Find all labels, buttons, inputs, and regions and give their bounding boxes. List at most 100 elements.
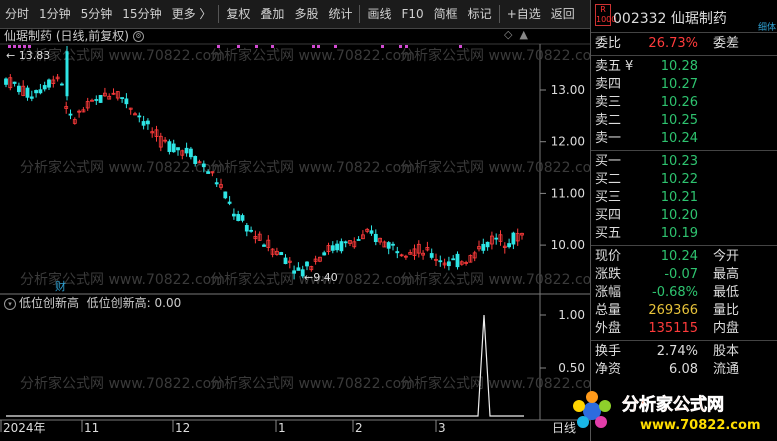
quote-row: 买五 10.19 [595, 226, 698, 241]
signal-marker [23, 45, 26, 48]
candle-body [335, 243, 340, 251]
watermark: 分析家公式网 www.70822.com [400, 47, 590, 64]
high-label: ← 13.83 [6, 49, 50, 62]
settings-icon[interactable]: ⚙ [133, 31, 144, 42]
quote-row: 涨幅 -0.68% 最低 [595, 285, 740, 300]
diamond-icon[interactable]: ◇ [504, 28, 512, 41]
candle-body [98, 94, 103, 103]
quote-row: 卖五 10.28 ¥ [595, 59, 698, 74]
indicator-line [6, 314, 524, 417]
indicator-tick: 0.50 [558, 361, 585, 375]
signal-marker [271, 45, 274, 48]
quote-row: 现价 10.24 今开 [595, 249, 740, 264]
candle-body [188, 148, 193, 158]
candle-body [296, 267, 301, 271]
signal-marker [237, 45, 240, 48]
quote-row: 买一 10.23 [595, 154, 698, 169]
watermark: 分析家公式网 www.70822.com [20, 271, 225, 288]
signal-marker [334, 45, 337, 48]
stock-code-name: 002332 仙琚制药 [613, 11, 727, 27]
candle-body [438, 260, 443, 263]
watermark: 分析家公式网 www.70822.com [210, 375, 415, 392]
candle-body [141, 121, 146, 126]
signal-marker [317, 45, 320, 48]
bid-list: 买一 10.23 买二 10.22 买三 10.21 买四 10.20 买五 10.19 [591, 153, 777, 243]
candle-body [42, 85, 47, 90]
quote-row: 卖四 10.27 [595, 77, 698, 92]
chart-tools[interactable]: ◇ ▲ [504, 28, 528, 41]
date-tick: 2024年 [3, 421, 46, 435]
candle-body [38, 89, 43, 94]
candle-body [455, 253, 460, 268]
quote-row: 买二 10.22 [595, 172, 698, 187]
candle-body [373, 233, 378, 243]
kline-chart[interactable]: 分析家公式网 www.70822.com分析家公式网 www.70822.com… [0, 0, 590, 441]
candle-body [240, 215, 245, 221]
candle-body [4, 78, 8, 85]
date-tick: 2 [355, 421, 363, 435]
candle-body [171, 143, 176, 153]
indicator-settings-icon[interactable]: ▾ [4, 297, 16, 310]
candle-body [511, 232, 516, 245]
ask-list: 卖五 10.28 ¥ 卖四 10.27 卖三 10.26 卖二 10.25 卖一 10.24 [591, 58, 777, 148]
candle-body [65, 51, 69, 97]
candle-body [494, 237, 499, 240]
candle-body [339, 241, 344, 252]
price-tick: 13.00 [551, 83, 585, 97]
quote-panel: R 1000 002332 仙琚制药 细体 委比 26.73% 委差 卖五 10.2… [590, 0, 777, 441]
date-tick: 11 [84, 421, 99, 435]
candle-body [356, 239, 361, 241]
candle-body [343, 241, 348, 244]
candle-body [391, 243, 395, 246]
quote-row: 换手 2.74% 股本 [595, 344, 740, 359]
candle-body [446, 261, 451, 267]
candle-body [249, 229, 254, 232]
quote-row: 卖二 10.25 [595, 113, 698, 128]
svg-text:www.70822.com: www.70822.com [640, 418, 761, 433]
candle-body [236, 214, 241, 221]
quote-row: 净资 6.08 流通 [595, 362, 740, 377]
date-tick: 12 [175, 421, 190, 435]
candle-body [485, 241, 490, 248]
stock-header: R 1000 002332 仙琚制药 细体 [591, 0, 777, 33]
stats-list-2: 换手 2.74% 股本 净资 6.08 流通 [591, 343, 777, 379]
candle-body [184, 147, 189, 154]
font-toggle[interactable]: 细体 [758, 20, 776, 33]
candle-body [193, 156, 198, 164]
candle-body [292, 270, 297, 274]
candle-body [60, 83, 64, 86]
low-label: ←9.40 [304, 271, 338, 284]
watermark: 分析家公式网 www.70822.com [400, 375, 590, 392]
watermark: 分析家公式网 www.70822.com [210, 47, 415, 64]
indicator-tick: 1.00 [558, 308, 585, 322]
candle-body [16, 85, 21, 93]
signal-marker [399, 45, 402, 48]
quote-row: 外盘 135115 内盘 [595, 321, 740, 336]
candle-body [305, 261, 309, 267]
signal-marker [312, 45, 315, 48]
price-tick: 12.00 [551, 135, 585, 149]
candle-body [94, 99, 99, 101]
candle-body [481, 243, 486, 251]
watermark: 分析家公式网 www.70822.com [20, 47, 225, 64]
price-tick: 10.00 [551, 238, 585, 252]
date-tick: 3 [438, 421, 446, 435]
signal-marker [13, 45, 16, 48]
candle-body [369, 230, 374, 234]
date-tick: 1 [278, 421, 286, 435]
candle-body [29, 96, 34, 99]
signal-marker [18, 45, 21, 48]
collapse-icon[interactable]: ▲ [519, 28, 527, 41]
watermark: 分析家公式网 www.70822.com [210, 159, 415, 176]
chart-title: 仙琚制药 (日线,前复权) ⚙ [4, 28, 144, 44]
candle-body [68, 113, 73, 116]
quote-row: 卖一 10.24 [595, 131, 698, 146]
candle-body [227, 201, 232, 204]
signal-marker [255, 45, 258, 48]
signal-marker [405, 45, 408, 48]
stats-list: 现价 10.24 今开 涨跌 -0.07 最高 涨幅 -0.68% 最低 总量 269366 量比 外盘… [591, 248, 777, 338]
signal-marker [8, 45, 11, 48]
indicator-title: ▾ 低位创新高 低位创新高: 0.00 [4, 296, 181, 310]
candle-body [137, 115, 142, 118]
candle-body [279, 252, 284, 256]
